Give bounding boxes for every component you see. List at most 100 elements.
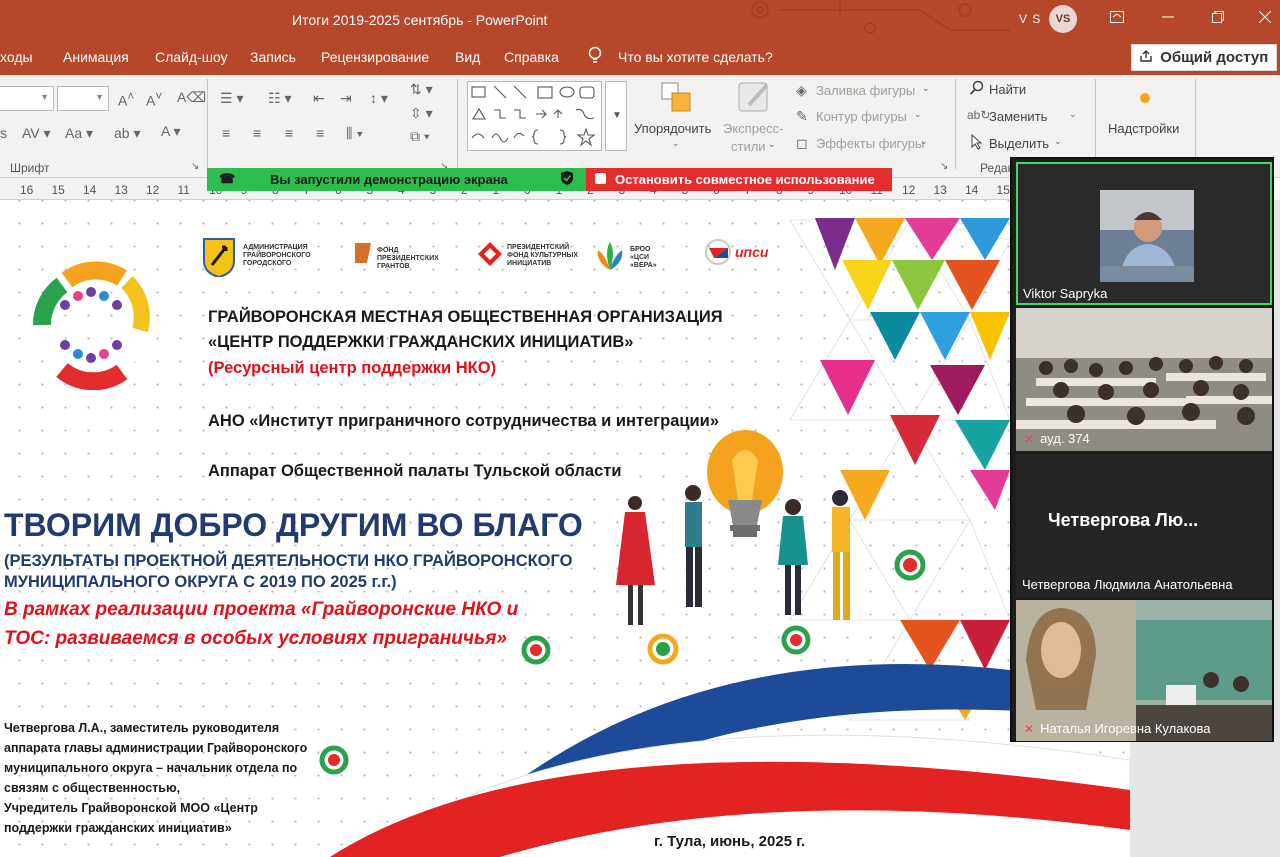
select-chevron-icon: ⌄ (1054, 136, 1062, 146)
slide-main-title: ТВОРИМ ДОБРО ДРУГИМ ВО БЛАГО (4, 507, 583, 543)
partner-logo-administration: АДМИНИСТРАЦИЯ ГРАЙВОРОНСКОГО ГОРОДСКОГО (202, 237, 322, 277)
shapes-gallery[interactable] (467, 81, 602, 151)
ruler-tick: 12 (146, 183, 160, 197)
shapes-gallery-icons (471, 85, 596, 147)
share-button[interactable]: Общий доступ (1131, 44, 1277, 71)
ribbon-tabs: ходы Анимация Слайд-шоу Запись Рецензиро… (0, 40, 1280, 75)
align-left-icon[interactable]: ≡ (222, 125, 230, 141)
minimize-button[interactable] (1155, 6, 1181, 32)
font-color-icon[interactable]: A ▾ (161, 123, 180, 140)
tab-view[interactable]: Вид (455, 49, 480, 65)
align-center-icon[interactable]: ≡ (253, 125, 261, 141)
participant-tile[interactable]: ✕ ауд. 374 (1016, 308, 1272, 451)
justify-icon[interactable]: ≡ (316, 125, 324, 141)
close-button[interactable] (1252, 6, 1278, 32)
ruler-tick: 15 (996, 183, 1010, 197)
user-avatar[interactable]: VS (1049, 5, 1077, 33)
window-title: Итоги 2019-2025 сентябрь - PowerPoint (292, 12, 548, 28)
share-label: Общий доступ (1160, 49, 1269, 66)
tab-review[interactable]: Рецензирование (321, 49, 429, 65)
divider (457, 79, 458, 169)
meeting-participants-panel[interactable]: Viktor Sapryka ✕ ауд. 374 Четвергова Лю.… (1010, 157, 1274, 742)
bullets-icon[interactable]: ☰ ▾ (220, 90, 243, 107)
tab-animation[interactable]: Анимация (63, 49, 129, 65)
drag-handle-icon[interactable]: ☎ (219, 171, 235, 187)
ruler-tick: 11 (177, 183, 190, 197)
arrange-button[interactable]: Упорядочить (634, 121, 711, 136)
highlight-icon[interactable]: ab ▾ (114, 125, 141, 142)
participant-video (1100, 190, 1194, 282)
partner-logo-ipsi: ипси (704, 238, 780, 272)
tab-slideshow[interactable]: Слайд-шоу (155, 49, 228, 65)
ruler-tick: 14 (83, 183, 97, 197)
slide-canvas[interactable]: АДМИНИСТРАЦИЯ ГРАЙВОРОНСКОГО ГОРОДСКОГО … (0, 200, 1130, 857)
decrease-font-icon[interactable]: A˅ (146, 90, 162, 109)
tab-record[interactable]: Запись (250, 49, 296, 65)
partner-line-1: АНО «Институт приграничного сотрудничест… (208, 412, 720, 430)
participant-tile[interactable]: Четвергова Лю... Четвергова Людмила Анат… (1016, 454, 1272, 597)
addins-button[interactable]: Надстройки (1108, 121, 1179, 136)
quick-styles-label-2: стили (731, 139, 766, 154)
drawing-dialog-icon[interactable]: ↘ (940, 161, 948, 172)
mic-off-icon: ✕ (1024, 722, 1035, 736)
title-bar: Итоги 2019-2025 сентябрь - PowerPoint V … (0, 0, 1280, 40)
shape-effects-button[interactable]: Эффекты фигуры (816, 136, 924, 151)
quick-styles-button[interactable]: Экспресс- (723, 121, 784, 136)
shield-check-icon (561, 171, 573, 188)
participant-tile-active-speaker[interactable]: Viktor Sapryka (1016, 162, 1272, 305)
clear-formatting-icon[interactable]: A⌫ (177, 89, 206, 106)
mic-off-icon: ✕ (1024, 432, 1035, 446)
shape-effects-chevron-icon: ⌄ (920, 136, 928, 146)
divider (1195, 79, 1196, 169)
org-title-line-2: «ЦЕНТР ПОДДЕРЖКИ ГРАЖДАНСКИХ ИНИЦИАТИВ» (208, 333, 634, 351)
author-line: Четвергова Л.А., заместитель руководител… (4, 721, 280, 735)
participant-tile[interactable]: ✕ Наталья Игоревна Кулакова (1016, 600, 1272, 741)
ipsi-logo-icon (705, 239, 731, 265)
select-button[interactable]: Выделить (989, 136, 1049, 151)
decrease-indent-icon[interactable]: ⇤ (313, 90, 325, 107)
screen-share-banner: ☎ Вы запустили демонстрацию экрана (207, 168, 586, 191)
font-size-dropdown[interactable]: ▼ (57, 86, 109, 111)
tab-transitions[interactable]: ходы (0, 49, 33, 65)
find-button[interactable]: Найти (989, 82, 1026, 97)
screen-share-status: Вы запустили демонстрацию экрана (270, 172, 508, 187)
text-direction-icon[interactable]: ⇅ ▾ (410, 81, 433, 98)
shape-fill-button[interactable]: Заливка фигуры (816, 83, 915, 98)
tab-help[interactable]: Справка (504, 49, 559, 65)
project-line-1: В рамках реализации проекта «Грайворонск… (4, 599, 519, 620)
tell-me-input[interactable]: Что вы хотите сделать? (618, 49, 773, 65)
align-text-icon[interactable]: ⇳ ▾ (410, 105, 433, 122)
quick-styles-icon (737, 79, 773, 118)
effects-icon: ◻ (796, 135, 808, 151)
search-icon (969, 80, 985, 99)
stop-sharing-button[interactable]: Остановить совместное использование (586, 168, 892, 191)
grants-fund-icon (355, 243, 371, 263)
shape-outline-button[interactable]: Контур фигуры (816, 109, 907, 124)
watermark-pattern (751, 1, 1010, 34)
ruler-tick: 16 (20, 183, 34, 197)
change-case-icon[interactable]: Aa ▾ (65, 125, 93, 142)
logo-stamp-icon (319, 745, 349, 775)
numbering-icon[interactable]: ☷ ▾ (268, 90, 291, 107)
quick-styles-chevron-icon: ⌄ (768, 139, 776, 149)
smartart-icon[interactable]: ⧉ ▾ (410, 128, 430, 145)
author-block: Четвергова Л.А., заместитель руководител… (4, 718, 307, 838)
char-spacing-icon[interactable]: AV ▾ (22, 125, 51, 142)
shapes-more-button[interactable]: ▼ (605, 81, 627, 151)
columns-icon[interactable]: ⫼ ▾ (346, 125, 363, 142)
increase-font-icon[interactable]: A˄ (118, 90, 134, 109)
font-dialog-icon[interactable]: ↘ (191, 161, 199, 172)
font-family-dropdown[interactable]: ▼ (0, 86, 54, 111)
ruler-tick: 14 (965, 183, 979, 197)
line-spacing-icon[interactable]: ↕ ▾ (370, 90, 388, 107)
strikethrough-icon[interactable]: s (0, 125, 7, 141)
align-right-icon[interactable]: ≡ (285, 125, 293, 141)
logo-stamp-icon (894, 549, 926, 581)
replace-button[interactable]: Заменить (989, 109, 1047, 124)
restore-button[interactable] (1205, 6, 1231, 32)
ribbon-display-options-icon[interactable] (1104, 6, 1130, 32)
increase-indent-icon[interactable]: ⇥ (340, 90, 352, 107)
addins-icon (1139, 91, 1151, 107)
organization-logo (32, 261, 150, 390)
participant-placeholder-name: Четвергова Лю... (1048, 510, 1199, 530)
